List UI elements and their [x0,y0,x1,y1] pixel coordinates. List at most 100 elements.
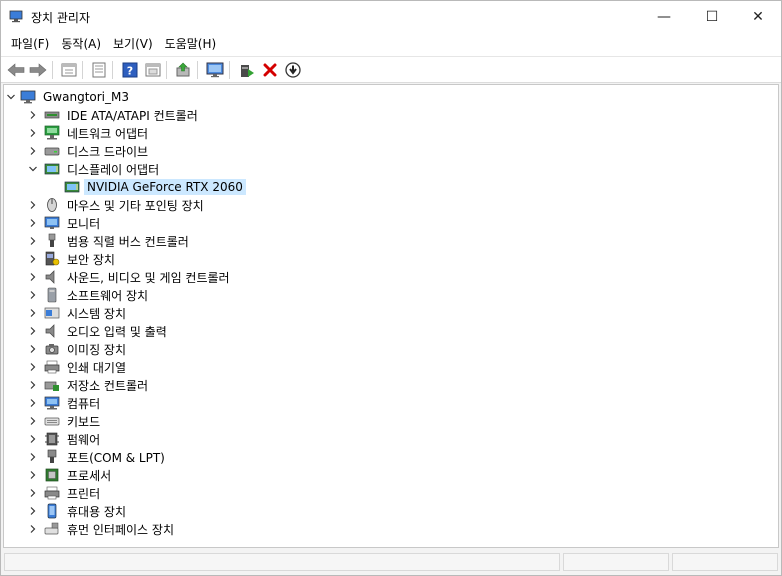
svg-text:?: ? [127,64,133,77]
chevron-right-icon[interactable] [28,452,38,462]
disk-drive-icon [44,143,60,159]
tree-category-label: 모니터 [67,216,101,231]
toolbar-separator [229,61,230,79]
keyboard-icon [44,413,60,429]
computer-icon [44,395,60,411]
chevron-right-icon[interactable] [28,434,38,444]
menu-view[interactable]: 보기(V) [107,33,159,55]
chevron-right-icon[interactable] [28,470,38,480]
uninstall-button[interactable] [260,60,280,79]
usb-icon [44,233,60,249]
toolbar-separator [52,61,53,79]
tree-category[interactable]: 소프트웨어 장치 [28,286,151,304]
chevron-right-icon[interactable] [28,326,38,336]
enable-device-button[interactable] [237,60,257,79]
print-queue-icon [44,359,60,375]
minimize-button[interactable]: — [641,1,687,32]
tree-category[interactable]: 네트워크 어댑터 [28,124,151,142]
title-bar[interactable]: 장치 관리자 — ☐ ✕ [1,1,781,32]
tree-category[interactable]: 사운드, 비디오 및 게임 컨트롤러 [28,268,233,286]
tree-category[interactable]: 휴대용 장치 [28,502,129,520]
tree-category-label: 디스크 드라이브 [67,144,149,159]
hid-icon [44,521,60,537]
chevron-right-icon[interactable] [28,344,38,354]
chevron-right-icon[interactable] [28,128,38,138]
tree-category[interactable]: IDE ATA/ATAPI 컨트롤러 [28,106,201,124]
tree-category[interactable]: 시스템 장치 [28,304,129,322]
tree-category-label: 포트(COM & LPT) [67,450,165,465]
maximize-button[interactable]: ☐ [689,1,735,32]
tree-category[interactable]: 휴먼 인터페이스 장치 [28,520,177,538]
update-driver-button[interactable] [173,60,193,79]
device-view-button[interactable] [59,60,79,79]
tree-category-label: 범용 직렬 버스 컨트롤러 [67,234,189,249]
chevron-right-icon[interactable] [28,236,38,246]
close-button[interactable]: ✕ [735,1,781,32]
device-tree[interactable]: Gwangtori_M3 IDE ATA/ATAPI 컨트롤러 네트워크 어댑터디… [3,84,779,548]
tree-category[interactable]: 보안 장치 [28,250,118,268]
chevron-right-icon[interactable] [28,380,38,390]
status-pane-3 [672,553,778,571]
toolbar-separator [112,61,113,79]
update-driver-icon [176,62,190,76]
tree-category[interactable]: 디스플레이 어댑터 [28,160,162,178]
chevron-right-icon[interactable] [28,488,38,498]
menu-action[interactable]: 동작(A) [55,33,107,55]
download-button[interactable] [283,60,303,79]
status-bar [1,549,781,575]
tree-category-label: 시스템 장치 [67,306,127,321]
menu-help[interactable]: 도움말(H) [159,33,223,55]
tree-category[interactable]: 범용 직렬 버스 컨트롤러 [28,232,192,250]
chevron-right-icon[interactable] [28,218,38,228]
back-arrow-icon [7,62,25,77]
chevron-right-icon[interactable] [28,290,38,300]
help-button[interactable]: ? [120,60,140,79]
display-adapter-icon [44,161,60,177]
network-adapter-icon [44,125,60,141]
chevron-right-icon[interactable] [28,308,38,318]
chevron-right-icon[interactable] [28,200,38,210]
tree-device-label: NVIDIA GeForce RTX 2060 [84,179,246,195]
menu-file[interactable]: 파일(F) [5,33,55,55]
chevron-down-icon[interactable] [28,164,38,174]
back-button[interactable] [6,60,26,79]
tree-category[interactable]: 이미징 장치 [28,340,129,358]
chevron-right-icon[interactable] [28,272,38,282]
tree-root[interactable]: Gwangtori_M3 [6,88,132,106]
portable-device-icon [44,503,60,519]
chevron-right-icon[interactable] [28,398,38,408]
tree-category[interactable]: 포트(COM & LPT) [28,448,168,466]
action-view-icon [145,63,161,76]
storage-controller-icon [44,377,60,393]
chevron-right-icon[interactable] [28,362,38,372]
tree-category[interactable]: 프로세서 [28,466,114,484]
tree-device-item[interactable]: NVIDIA GeForce RTX 2060 [64,178,246,196]
action-view-button[interactable] [143,60,163,79]
scan-hardware-button[interactable] [205,60,225,79]
tree-category[interactable]: 키보드 [28,412,103,430]
chevron-right-icon[interactable] [28,506,38,516]
tree-category[interactable]: 저장소 컨트롤러 [28,376,151,394]
properties-button[interactable] [89,60,109,79]
tree-category[interactable]: 마우스 및 기타 포인팅 장치 [28,196,207,214]
tree-category[interactable]: 오디오 입력 및 출력 [28,322,170,340]
chevron-right-icon[interactable] [28,524,38,534]
chevron-right-icon[interactable] [28,146,38,156]
chevron-right-icon[interactable] [28,416,38,426]
forward-button[interactable] [28,60,48,79]
chevron-right-icon[interactable] [28,254,38,264]
tree-category[interactable]: 디스크 드라이브 [28,142,151,160]
tree-category-label: 컴퓨터 [67,396,101,411]
tree-category[interactable]: 프린터 [28,484,103,502]
security-device-icon [44,251,60,267]
tree-category[interactable]: 모니터 [28,214,103,232]
menu-bar: 파일(F) 동작(A) 보기(V) 도움말(H) [1,32,781,56]
tree-category[interactable]: 컴퓨터 [28,394,103,412]
chevron-right-icon[interactable] [28,110,38,120]
tree-category[interactable]: 펌웨어 [28,430,103,448]
printer-icon [44,485,60,501]
tree-category-label: 사운드, 비디오 및 게임 컨트롤러 [67,270,230,285]
device-view-icon [61,63,77,76]
tree-category[interactable]: 인쇄 대기열 [28,358,129,376]
chevron-down-icon[interactable] [6,92,16,102]
